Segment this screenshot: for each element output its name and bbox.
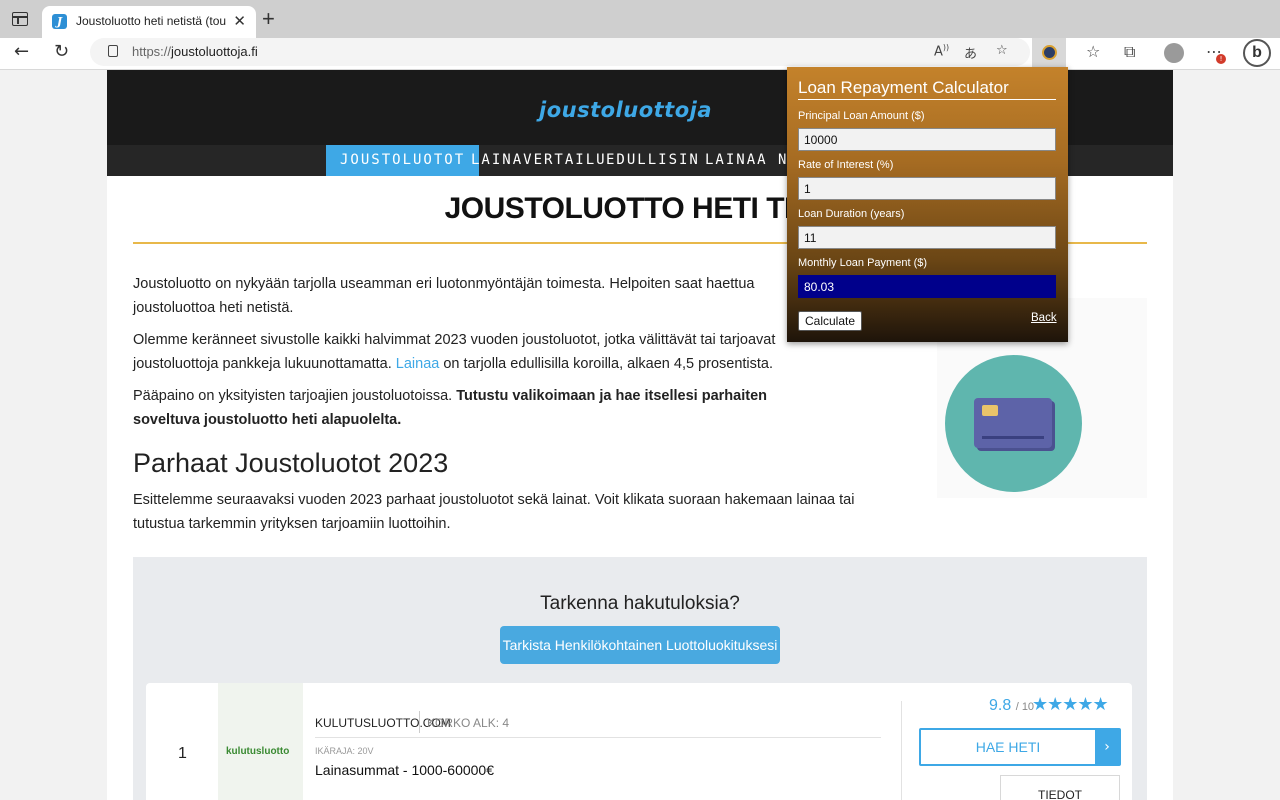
focus-paragraph: Pääpaino on yksityisten tarjoajien joust… xyxy=(133,388,768,428)
tab-actions-icon[interactable] xyxy=(12,12,28,26)
site-favicon-icon: J xyxy=(52,14,67,29)
rate-label: Rate of Interest (%) xyxy=(798,159,894,171)
filter-question: Tarkenna hakutuloksia? xyxy=(540,593,740,614)
loan-calculator-extension-icon[interactable] xyxy=(1032,38,1066,68)
back-arrow-icon[interactable]: ← xyxy=(14,41,29,62)
credit-card-icon xyxy=(974,398,1052,448)
chevron-right-icon: › xyxy=(1095,730,1119,764)
apply-now-button[interactable]: HAE HETI › xyxy=(919,728,1121,766)
extension-logo-icon xyxy=(1042,45,1057,60)
column-divider xyxy=(901,701,902,800)
address-toolbar: ← ↻ https://joustoluottoja.fi A)) あ ☆ ☆ … xyxy=(0,38,1280,70)
notification-badge: ! xyxy=(1216,54,1226,64)
bing-copilot-icon[interactable]: b xyxy=(1243,39,1271,67)
principal-input[interactable]: 10000 xyxy=(798,128,1056,151)
close-tab-icon[interactable]: ✕ xyxy=(233,12,246,30)
duration-input[interactable]: 11 xyxy=(798,226,1056,249)
loan-calculator-popup: Loan Repayment Calculator Principal Loan… xyxy=(787,67,1068,342)
duration-label: Loan Duration (years) xyxy=(798,208,905,220)
card-stripe xyxy=(982,436,1044,439)
nav-item-edullisin[interactable]: EDULLISIN xyxy=(606,145,700,176)
rate-input[interactable]: 1 xyxy=(798,177,1056,200)
new-tab-icon[interactable]: + xyxy=(262,6,275,32)
details-button[interactable]: TIEDOT xyxy=(1000,775,1120,800)
site-logo[interactable]: joustoluottoja xyxy=(539,98,712,122)
card-chip-icon xyxy=(982,405,998,416)
favorite-star-icon[interactable]: ☆ xyxy=(996,43,1008,58)
result-rank: 1 xyxy=(178,745,187,762)
rating-score: 9.8 / 10 xyxy=(989,697,1035,714)
payment-output[interactable]: 80.03 xyxy=(798,275,1056,298)
result-row: 1 kulutusluotto KULUTUSLUOTTO.COM KORKO … xyxy=(146,683,1132,800)
age-limit: IKÄRAJA: 20V xyxy=(315,746,374,756)
row-divider xyxy=(315,737,881,738)
tab-title: Joustoluotto heti netistä (touko xyxy=(76,14,226,28)
apply-now-label: HAE HETI xyxy=(975,739,1041,755)
url-text[interactable]: https://joustoluottoja.fi xyxy=(132,44,258,59)
payment-label: Monthly Loan Payment ($) xyxy=(798,257,928,269)
results-section: Tarkenna hakutuloksia? Tarkista Henkilök… xyxy=(133,557,1147,800)
section-paragraph: Esittelemme seuraavaksi vuoden 2023 parh… xyxy=(133,492,855,532)
principal-label: Principal Loan Amount ($) xyxy=(798,110,925,122)
lender-divider xyxy=(419,711,420,733)
lender-logo[interactable]: kulutusluotto xyxy=(218,683,303,800)
section-heading: Parhaat Joustoluotot 2023 xyxy=(133,448,449,478)
rating-stars-icon: ★★★★★ xyxy=(1032,694,1109,715)
lender-logo-text: kulutusluotto xyxy=(226,746,290,757)
check-credit-rating-button[interactable]: Tarkista Henkilökohtainen Luottoluokituk… xyxy=(500,626,780,664)
nav-item-joustoluotot[interactable]: JOUSTOLUOTOT xyxy=(326,145,480,176)
collections-icon[interactable]: ⧉ xyxy=(1124,42,1135,62)
loan-amounts: Lainasummat - 1000-60000€ xyxy=(315,762,495,778)
calculator-title: Loan Repayment Calculator xyxy=(798,78,1056,100)
intro-paragraph: Joustoluotto on nykyään tarjolla useamma… xyxy=(133,276,755,316)
profile-avatar[interactable] xyxy=(1164,43,1184,63)
nav-item-lainavertailu[interactable]: LAINAVERTAILU xyxy=(471,145,607,176)
calculate-button[interactable]: Calculate xyxy=(798,311,862,331)
read-aloud-icon[interactable]: A)) xyxy=(934,43,949,59)
interest-from: KORKO ALK: 4 xyxy=(427,716,510,730)
url-bar[interactable]: https://joustoluottoja.fi A)) あ ☆ xyxy=(90,38,1030,66)
browser-tab[interactable]: J Joustoluotto heti netistä (touko ✕ xyxy=(42,6,256,38)
browser-tab-bar: J Joustoluotto heti netistä (touko ✕ + xyxy=(0,0,1280,38)
lainaa-link[interactable]: Lainaa xyxy=(396,356,440,372)
reload-icon[interactable]: ↻ xyxy=(54,41,69,62)
lock-icon[interactable] xyxy=(108,45,118,57)
collection-paragraph: Olemme keränneet sivustolle kaikki halvi… xyxy=(133,332,776,372)
translate-icon[interactable]: あ xyxy=(964,43,977,62)
favorites-icon[interactable]: ☆ xyxy=(1086,42,1100,61)
back-link[interactable]: Back xyxy=(1031,312,1057,324)
